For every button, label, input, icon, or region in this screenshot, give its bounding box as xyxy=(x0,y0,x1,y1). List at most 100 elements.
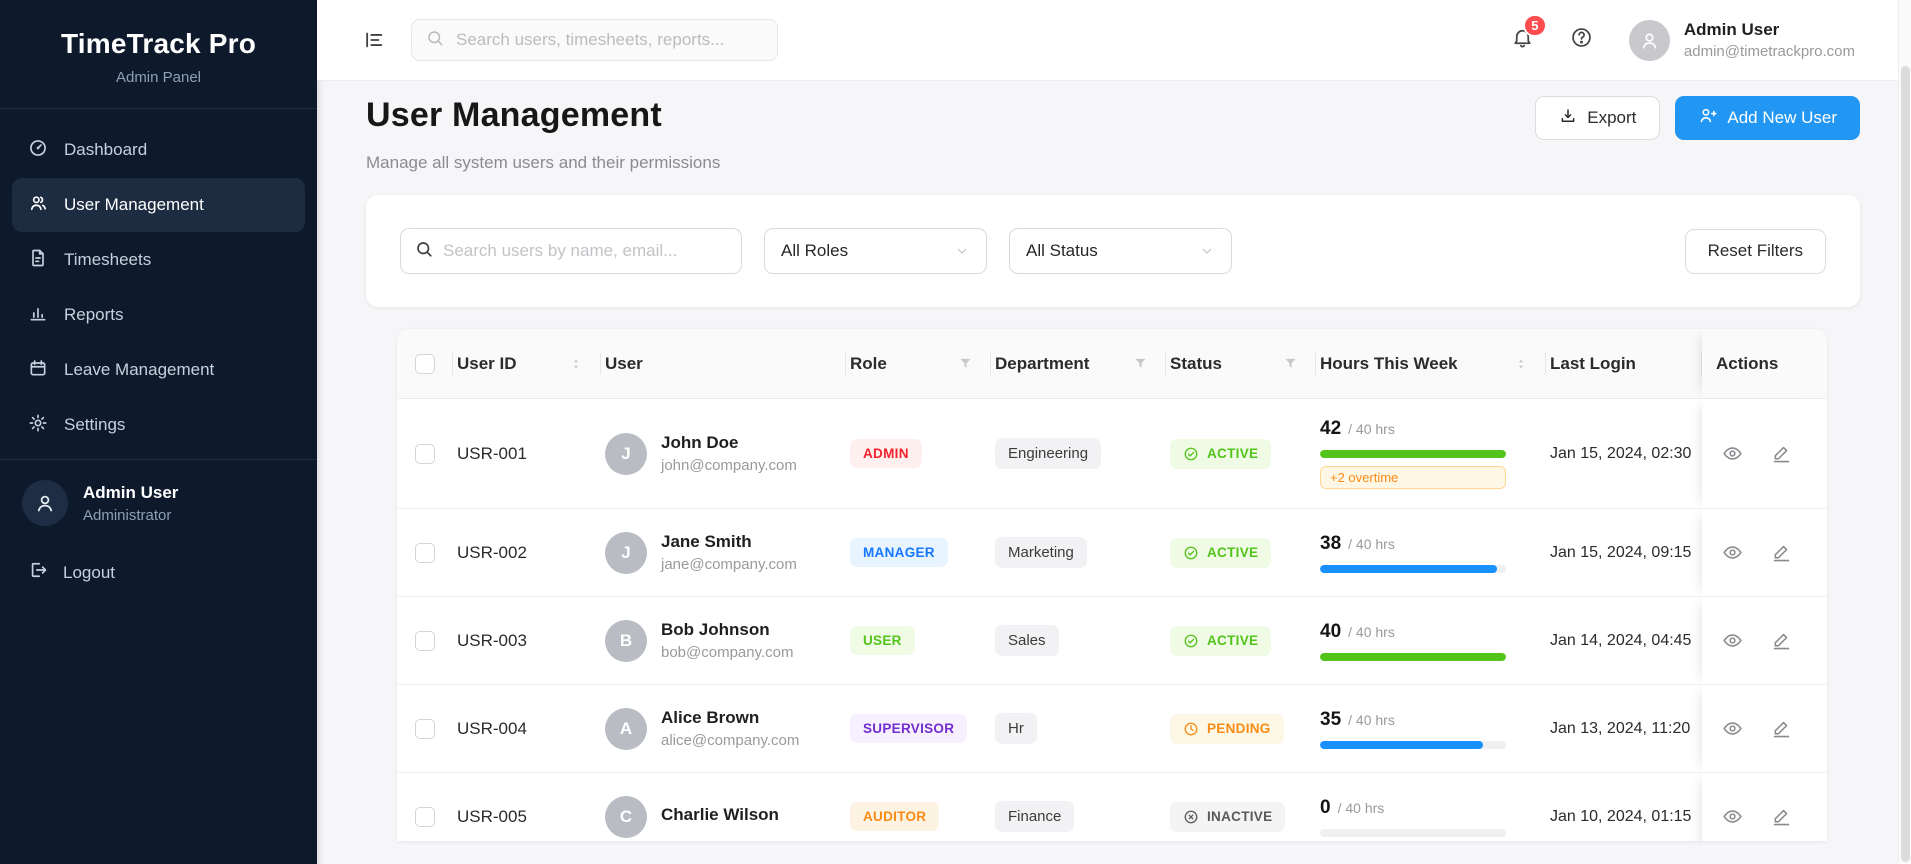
funnel-icon[interactable] xyxy=(1283,356,1298,371)
overtime-badge: +2 overtime xyxy=(1320,466,1506,489)
department-cell: Sales xyxy=(991,625,1166,656)
last-login-cell: Jan 15, 2024, 02:30 xyxy=(1550,444,1692,462)
users-table: User ID User Role Department Status Hour… xyxy=(397,329,1827,841)
scrollbar-thumb[interactable] xyxy=(1901,66,1910,862)
gear-icon xyxy=(28,413,48,438)
last-login-cell: Jan 14, 2024, 04:45 xyxy=(1550,631,1692,649)
sidebar-item-reports[interactable]: Reports xyxy=(12,288,305,342)
sidebar-item-user-management[interactable]: User Management xyxy=(12,178,305,232)
check-circle-icon xyxy=(1184,546,1198,559)
hours-cell: 0 / 40 hrs xyxy=(1316,797,1546,837)
avatar: J xyxy=(605,531,647,574)
department-cell: Finance xyxy=(991,801,1166,832)
select-all-checkbox[interactable] xyxy=(415,353,435,374)
sidebar-item-label: Leave Management xyxy=(64,360,215,379)
user-name: Jane Smith xyxy=(661,532,752,551)
chevron-down-icon xyxy=(1199,243,1215,259)
user-id-cell: USR-005 xyxy=(457,806,527,826)
sidebar-item-dashboard[interactable]: Dashboard xyxy=(12,123,305,177)
row-checkbox[interactable] xyxy=(415,806,435,827)
profile-menu[interactable]: Admin User admin@timetrackpro.com xyxy=(1628,19,1855,61)
help-button[interactable] xyxy=(1570,26,1593,54)
status-badge: INACTIVE xyxy=(1170,801,1286,832)
status-cell: ACTIVE xyxy=(1166,438,1316,469)
search-icon xyxy=(415,240,433,263)
department-cell: Hr xyxy=(991,713,1166,744)
global-search[interactable] xyxy=(411,19,778,61)
edit-button[interactable] xyxy=(1771,542,1792,563)
status-icon xyxy=(1183,633,1199,649)
avatar: J xyxy=(605,432,647,475)
sidebar-item-leave-management[interactable]: Leave Management xyxy=(12,343,305,397)
user-name: Charlie Wilson xyxy=(661,804,779,824)
user-filter-search-input[interactable] xyxy=(443,241,727,261)
hours-progress-bar xyxy=(1320,828,1506,837)
add-new-user-button[interactable]: Add New User xyxy=(1675,96,1860,140)
export-button[interactable]: Export xyxy=(1535,96,1661,140)
funnel-icon[interactable] xyxy=(1133,356,1148,371)
table-row: USR-005 C Charlie Wilson AUDITOR Finance… xyxy=(397,773,1827,841)
column-header-hours[interactable]: Hours This Week xyxy=(1316,329,1546,398)
app-subtitle: Admin Panel xyxy=(115,69,202,86)
sort-icon[interactable] xyxy=(569,356,583,372)
view-button[interactable] xyxy=(1722,806,1743,827)
sidebar-item-timesheets[interactable]: Timesheets xyxy=(12,233,305,287)
column-header-department: Department xyxy=(991,329,1166,398)
hours-progress-bar xyxy=(1320,652,1506,661)
menu-fold-icon[interactable] xyxy=(363,29,385,51)
user-email: john@company.com xyxy=(661,457,797,474)
edit-button[interactable] xyxy=(1771,630,1792,651)
row-checkbox[interactable] xyxy=(415,630,435,651)
edit-button[interactable] xyxy=(1771,806,1792,827)
status-cell: PENDING xyxy=(1166,713,1316,744)
role-filter-select[interactable]: All Roles xyxy=(764,228,987,274)
status-filter-select[interactable]: All Status xyxy=(1009,228,1232,274)
sort-icon[interactable] xyxy=(1514,356,1528,372)
table-row: USR-003 B Bob Johnson bob@company.com US… xyxy=(397,597,1827,685)
hours-progress-bar xyxy=(1320,564,1506,573)
view-button[interactable] xyxy=(1722,630,1743,651)
user-filter-search[interactable] xyxy=(400,228,742,274)
sidebar-item-settings[interactable]: Settings xyxy=(12,398,305,452)
status-badge: PENDING xyxy=(1170,713,1284,744)
funnel-icon[interactable] xyxy=(958,356,973,371)
edit-button[interactable] xyxy=(1771,443,1792,464)
table-row: USR-004 A Alice Brown alice@company.com … xyxy=(397,685,1827,773)
role-cell: USER xyxy=(846,626,991,655)
table-row: USR-002 J Jane Smith jane@company.com MA… xyxy=(397,509,1827,597)
view-button[interactable] xyxy=(1722,542,1743,563)
table-row: USR-001 J John Doe john@company.com ADMI… xyxy=(397,399,1827,509)
status-icon xyxy=(1183,545,1199,561)
view-button[interactable] xyxy=(1722,718,1743,739)
page-scrollbar[interactable] xyxy=(1898,0,1911,864)
app-title: TimeTrack Pro xyxy=(60,28,257,59)
row-checkbox[interactable] xyxy=(415,718,435,739)
column-header-user-id[interactable]: User ID xyxy=(453,329,601,398)
column-header-last-login: Last Login xyxy=(1546,329,1702,398)
department-chip: Marketing xyxy=(995,537,1087,568)
department-chip: Engineering xyxy=(995,438,1102,469)
hours-cell: 42 / 40 hrs +2 overtime xyxy=(1316,418,1546,489)
search-icon xyxy=(426,29,444,52)
status-cell: ACTIVE xyxy=(1166,537,1316,568)
role-badge: MANAGER xyxy=(850,538,948,567)
reset-filters-button[interactable]: Reset Filters xyxy=(1684,228,1826,274)
global-search-input[interactable] xyxy=(456,30,763,50)
edit-button[interactable] xyxy=(1771,718,1792,739)
status-badge: ACTIVE xyxy=(1170,438,1272,469)
logo-block: TimeTrack Pro Admin Panel xyxy=(0,0,317,108)
notifications-button[interactable]: 5 xyxy=(1511,14,1547,54)
user-plus-icon xyxy=(1698,106,1717,130)
row-checkbox[interactable] xyxy=(415,443,435,464)
bell-icon xyxy=(1511,29,1534,53)
sidebar: TimeTrack Pro Admin Panel Dashboard User… xyxy=(0,0,317,864)
last-login-cell: Jan 10, 2024, 01:15 xyxy=(1550,807,1692,825)
view-button[interactable] xyxy=(1722,443,1743,464)
clock-icon xyxy=(1184,722,1198,735)
document-icon xyxy=(28,248,48,273)
row-checkbox[interactable] xyxy=(415,542,435,563)
add-user-label: Add New User xyxy=(1727,108,1837,127)
main-area: 5 Admin User admin@timetrackpro.com User… xyxy=(317,0,1911,864)
download-icon xyxy=(1559,107,1577,130)
logout-button[interactable]: Logout xyxy=(0,546,317,599)
